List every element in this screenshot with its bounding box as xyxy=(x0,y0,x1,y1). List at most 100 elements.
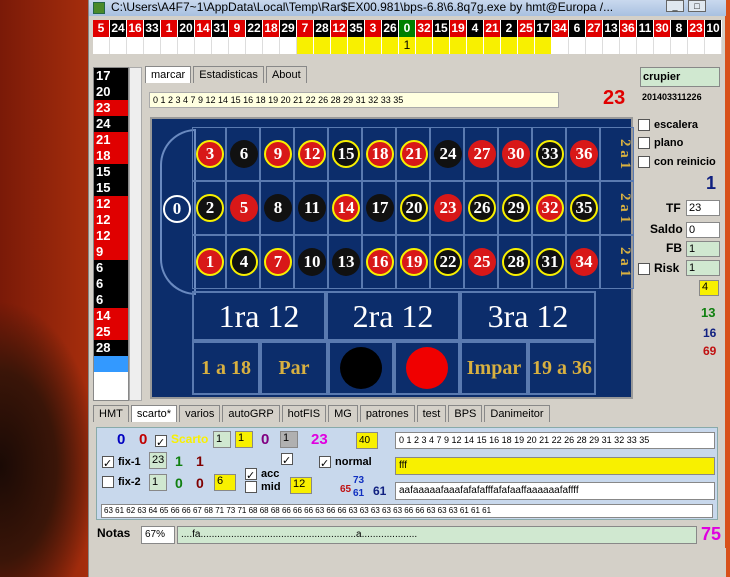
number-cell[interactable]: 26 xyxy=(464,181,498,235)
list-item[interactable]: 24 xyxy=(94,116,128,132)
tab-danimeitor[interactable]: Danimeitor xyxy=(484,405,550,422)
number-cell[interactable]: 17 xyxy=(362,181,396,235)
number-cell[interactable]: 3 xyxy=(192,127,226,181)
bet-odd[interactable]: Impar xyxy=(460,341,528,395)
number-cell[interactable]: 30 xyxy=(498,127,532,181)
number-cell[interactable]: 24 xyxy=(430,127,464,181)
number-cell[interactable]: 36 xyxy=(566,127,600,181)
list-item[interactable]: 15 xyxy=(94,180,128,196)
list-item[interactable]: 14 xyxy=(94,308,128,324)
column-bet[interactable]: 2 a 1 xyxy=(600,127,634,181)
plano-checkbox[interactable] xyxy=(638,137,650,150)
list-item[interactable]: 28 xyxy=(94,340,128,356)
fix-1-checkbox[interactable]: ✓ xyxy=(102,456,114,470)
dozen-1[interactable]: 1ra 12 xyxy=(192,291,326,341)
number-cell[interactable]: 10 xyxy=(294,235,328,289)
number-cell[interactable]: 5 xyxy=(226,181,260,235)
dozen-3[interactable]: 3ra 12 xyxy=(460,291,596,341)
escalera-checkbox[interactable] xyxy=(638,119,650,132)
tab-test[interactable]: test xyxy=(416,405,447,422)
tab-scarto[interactable]: scarto* xyxy=(130,405,178,422)
tab-bps[interactable]: BPS xyxy=(448,405,483,422)
tab-estadisticas[interactable]: Estadisticas xyxy=(193,66,264,83)
number-cell[interactable]: 19 xyxy=(396,235,430,289)
list-item[interactable]: 18 xyxy=(94,148,128,164)
list-item[interactable]: 6 xyxy=(94,260,128,276)
tab-hotfis[interactable]: hotFIS xyxy=(281,405,327,422)
number-cell[interactable]: 8 xyxy=(260,181,294,235)
number-cell[interactable]: 14 xyxy=(328,181,362,235)
zero-cell[interactable]: 0 xyxy=(160,129,196,295)
risk-checkbox[interactable] xyxy=(638,263,650,276)
column-bet[interactable]: 2 a 1 xyxy=(600,235,634,289)
list-item[interactable]: 12 xyxy=(94,196,128,212)
number-cell[interactable]: 28 xyxy=(498,235,532,289)
number-cell[interactable]: 6 xyxy=(226,127,260,181)
normal-checkbox[interactable]: ✓ xyxy=(319,456,331,470)
acc-checkbox[interactable]: ✓ xyxy=(245,468,257,482)
number-cell[interactable]: 1 xyxy=(192,235,226,289)
number-cell[interactable]: 9 xyxy=(260,127,294,181)
number-cell[interactable]: 22 xyxy=(430,235,464,289)
tab-autogrp[interactable]: autoGRP xyxy=(222,405,280,422)
tab-mg[interactable]: MG xyxy=(328,405,358,422)
tf-field[interactable]: 23 xyxy=(686,200,720,216)
number-cell[interactable]: 18 xyxy=(362,127,396,181)
number-cell[interactable]: 4 xyxy=(226,235,260,289)
bet-black[interactable] xyxy=(328,341,394,395)
list-item[interactable]: 15 xyxy=(94,164,128,180)
number-cell[interactable]: 23 xyxy=(430,181,464,235)
list-item[interactable]: 25 xyxy=(94,324,128,340)
list-item[interactable]: 6 xyxy=(94,292,128,308)
number-cell[interactable]: 34 xyxy=(566,235,600,289)
bet-red[interactable] xyxy=(394,341,460,395)
upper-checkbox[interactable]: ✓ xyxy=(281,453,293,467)
number-cell[interactable]: 35 xyxy=(566,181,600,235)
saldo-field[interactable]: 0 xyxy=(686,222,720,238)
dozen-2[interactable]: 2ra 12 xyxy=(326,291,460,341)
tab-varios[interactable]: varios xyxy=(179,405,221,422)
tab-hmt[interactable]: HMT xyxy=(93,405,129,422)
list-item[interactable]: 21 xyxy=(94,132,128,148)
number-cell[interactable]: 32 xyxy=(532,181,566,235)
list-item[interactable]: 9 xyxy=(94,244,128,260)
number-cell[interactable]: 11 xyxy=(294,181,328,235)
tab-about[interactable]: About xyxy=(265,66,307,83)
number-cell[interactable]: 20 xyxy=(396,181,430,235)
number-cell[interactable]: 29 xyxy=(498,181,532,235)
number-cell[interactable]: 16 xyxy=(362,235,396,289)
number-cell[interactable]: 31 xyxy=(532,235,566,289)
scarto-checkbox[interactable]: ✓ xyxy=(155,435,167,449)
spin-list-scrollbar[interactable] xyxy=(129,67,142,401)
bet-low[interactable]: 1 a 18 xyxy=(192,341,260,395)
list-item[interactable]: 20 xyxy=(94,84,128,100)
history-marker-cell xyxy=(229,37,246,54)
number-cell[interactable]: 21 xyxy=(396,127,430,181)
notas-field[interactable]: ....fa..................................… xyxy=(177,526,697,544)
maximize-button[interactable]: □ xyxy=(688,0,706,12)
bet-even[interactable]: Par xyxy=(260,341,328,395)
bet-high[interactable]: 19 a 36 xyxy=(528,341,596,395)
list-item[interactable]: 12 xyxy=(94,228,128,244)
fix-2-checkbox[interactable] xyxy=(102,476,114,489)
mid-checkbox[interactable] xyxy=(245,481,257,494)
number-cell[interactable]: 33 xyxy=(532,127,566,181)
number-cell[interactable]: 25 xyxy=(464,235,498,289)
list-item[interactable]: 12 xyxy=(94,212,128,228)
number-cell[interactable]: 7 xyxy=(260,235,294,289)
number-cell[interactable]: 27 xyxy=(464,127,498,181)
number-cell[interactable]: 13 xyxy=(328,235,362,289)
con-reinicio-checkbox[interactable] xyxy=(638,156,650,169)
list-item[interactable]: 23 xyxy=(94,100,128,116)
list-item[interactable]: 6 xyxy=(94,276,128,292)
number-cell[interactable]: 15 xyxy=(328,127,362,181)
list-selection[interactable] xyxy=(94,356,128,372)
number-cell[interactable]: 12 xyxy=(294,127,328,181)
column-bet[interactable]: 2 a 1 xyxy=(600,181,634,235)
tab-marcar[interactable]: marcar xyxy=(145,66,192,83)
number-cell[interactable]: 2 xyxy=(192,181,226,235)
tab-patrones[interactable]: patrones xyxy=(359,405,415,422)
minimize-button[interactable]: _ xyxy=(666,0,684,12)
spin-list[interactable]: 17 20 23 24 21 18 15 15 12 12 12 9 6 6 6 14 25 28 xyxy=(93,67,129,401)
list-item[interactable]: 17 xyxy=(94,68,128,84)
